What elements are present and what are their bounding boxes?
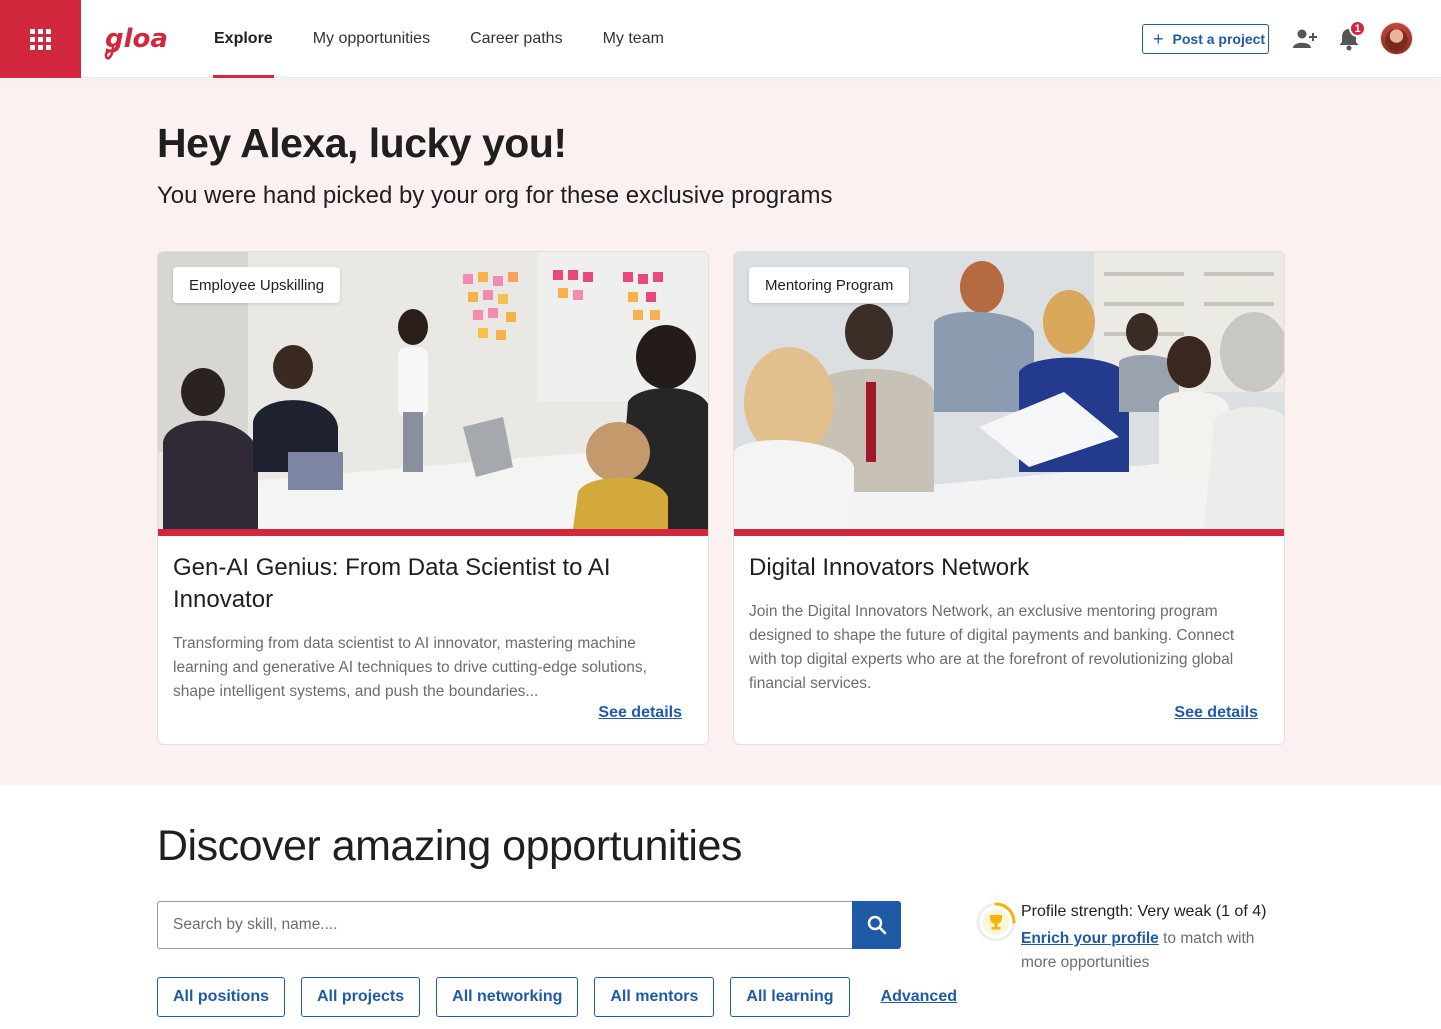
gloat-logo[interactable]: gloat — [104, 20, 168, 64]
search-button[interactable] — [852, 901, 901, 949]
nav-tab-my-opportunities[interactable]: My opportunities — [313, 0, 430, 78]
search-field[interactable] — [157, 901, 853, 949]
search-icon — [867, 915, 886, 935]
enrich-profile-link[interactable]: Enrich your profile — [1021, 930, 1159, 947]
app-grid-icon — [30, 28, 51, 50]
filter-all-mentors[interactable]: All mentors — [594, 977, 715, 1017]
post-project-button[interactable]: + Post a project — [1142, 24, 1269, 54]
program-description: Transforming from data scientist to AI i… — [173, 635, 647, 700]
program-card-upskilling[interactable]: Employee Upskilling Gen-AI Genius: From … — [157, 251, 709, 745]
notification-badge: 1 — [1349, 20, 1366, 37]
trophy-icon — [976, 902, 1016, 942]
nav-tab-explore[interactable]: Explore — [213, 0, 274, 78]
profile-strength-text: Enrich your profile to match with more o… — [1021, 927, 1291, 975]
card-accent-bar — [734, 529, 1284, 536]
post-project-label: Post a project — [1172, 31, 1266, 47]
profile-strength-widget: Profile strength: Very weak (1 of 4) Enr… — [975, 901, 1295, 981]
top-navigation-bar: gloat Explore My opportunities Career pa… — [0, 0, 1441, 78]
greeting-title: Hey Alexa, lucky you! — [157, 120, 567, 166]
advanced-search-link[interactable]: Advanced — [881, 988, 957, 1006]
discover-title: Discover amazing opportunities — [157, 822, 742, 870]
see-details-link[interactable]: See details — [598, 704, 682, 722]
filter-all-learning[interactable]: All learning — [730, 977, 850, 1017]
plus-icon: + — [1153, 29, 1164, 49]
program-card-mentoring[interactable]: Mentoring Program Digital Innovators Net… — [733, 251, 1285, 745]
see-details-link[interactable]: See details — [1174, 704, 1258, 722]
filter-all-projects[interactable]: All projects — [301, 977, 421, 1017]
add-user-icon[interactable] — [1293, 28, 1317, 50]
filter-all-networking[interactable]: All networking — [436, 977, 579, 1017]
filter-all-positions[interactable]: All positions — [157, 977, 285, 1017]
greeting-subtitle: You were hand picked by your org for the… — [157, 182, 833, 209]
nav-tab-my-team[interactable]: My team — [603, 0, 664, 78]
card-accent-bar — [158, 529, 708, 536]
app-grid-button[interactable] — [0, 0, 81, 78]
program-type-tag: Employee Upskilling — [173, 267, 341, 303]
program-type-tag: Mentoring Program — [749, 267, 910, 303]
user-avatar[interactable] — [1380, 22, 1413, 55]
main-nav: Explore My opportunities Career paths My… — [213, 0, 704, 78]
nav-tab-career-paths[interactable]: Career paths — [470, 0, 563, 78]
opportunity-filters: All positions All projects All networkin… — [157, 977, 957, 1017]
profile-strength-heading: Profile strength: Very weak (1 of 4) — [1021, 903, 1267, 920]
search-input[interactable] — [158, 902, 853, 948]
program-description: Join the Digital Innovators Network, an … — [749, 603, 1235, 692]
program-title: Digital Innovators Network — [749, 554, 1030, 581]
program-title: Gen-AI Genius: From Data Scientist to AI… — [173, 554, 611, 613]
